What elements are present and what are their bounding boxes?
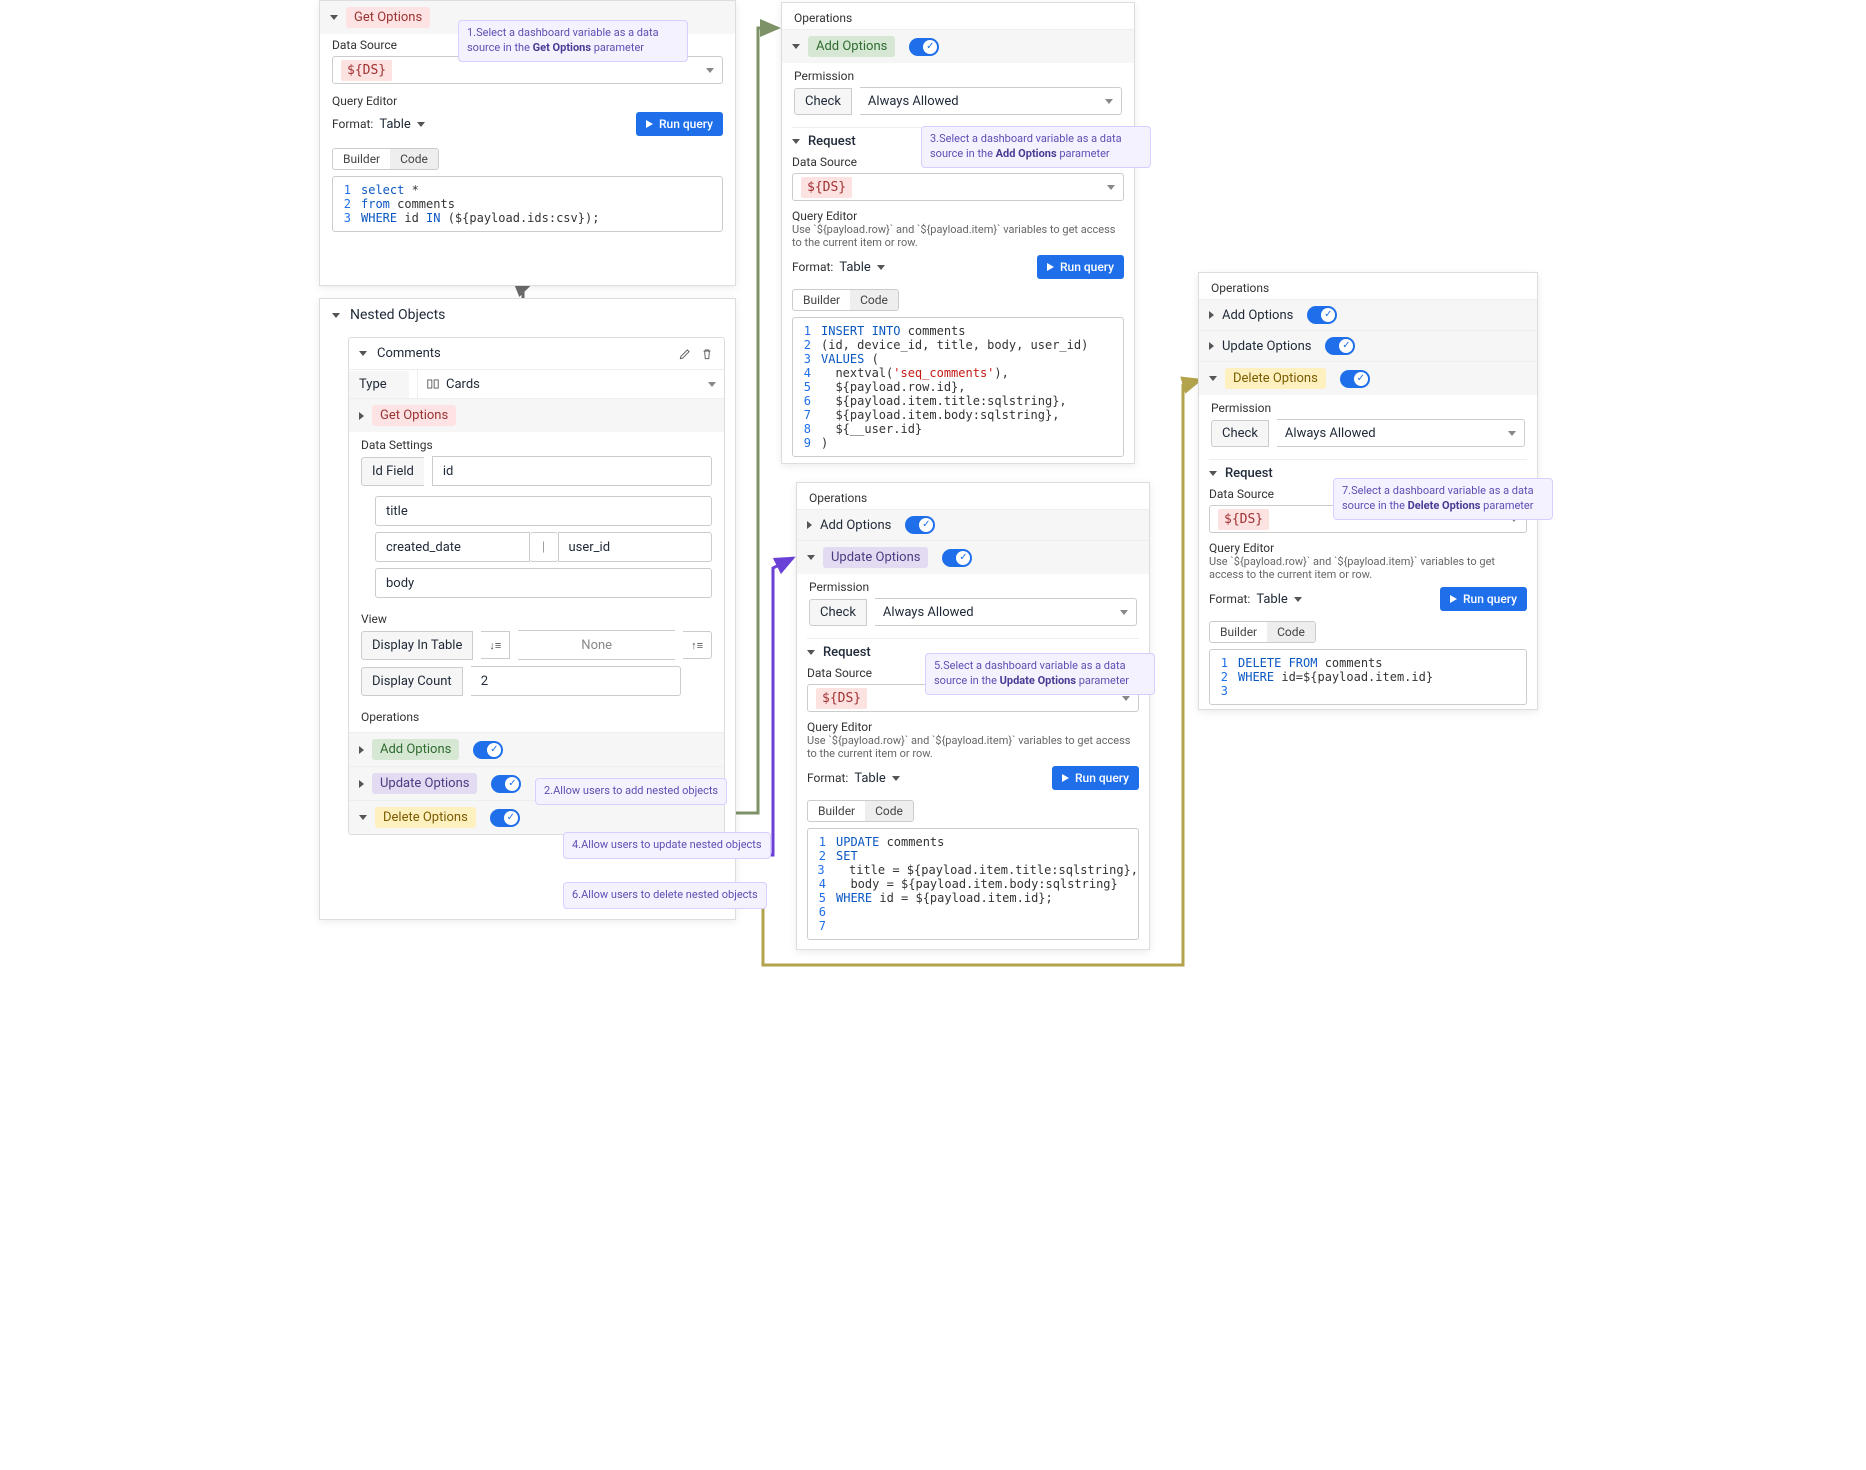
run-query-button[interactable]: Run query: [1440, 587, 1527, 611]
add-options-panel: Operations Add Options Permission Check …: [781, 2, 1135, 464]
field-input[interactable]: title: [375, 496, 712, 526]
permission-select[interactable]: Always Allowed: [860, 87, 1122, 115]
type-label: Type: [349, 371, 409, 398]
id-field-input[interactable]: id: [432, 456, 712, 486]
code-editor[interactable]: 1INSERT INTO comments2(id, device_id, ti…: [792, 317, 1124, 457]
tip-7: 7.Select a dashboard variable as a data …: [1333, 478, 1553, 520]
data-settings-label: Data Settings: [361, 438, 712, 452]
display-count-input[interactable]: 2: [471, 666, 681, 696]
trash-icon[interactable]: [700, 347, 714, 361]
run-query-button[interactable]: Run query: [1052, 766, 1139, 790]
tip-6: 6.Allow users to delete nested objects: [563, 882, 767, 909]
format-select[interactable]: Table: [379, 117, 424, 132]
code-editor[interactable]: 1DELETE FROM comments2WHERE id=${payload…: [1209, 649, 1527, 705]
query-editor-label: Query Editor: [332, 94, 723, 108]
delete-options-row[interactable]: Delete Options: [349, 800, 724, 834]
sort-desc-button[interactable]: ↑≡: [683, 631, 712, 659]
tip-5: 5.Select a dashboard variable as a data …: [925, 653, 1155, 695]
delete-options-toggle[interactable]: [490, 809, 520, 827]
add-options-row[interactable]: Add Options: [349, 732, 724, 766]
edit-icon[interactable]: [678, 347, 692, 361]
code-tab[interactable]: Code: [390, 149, 438, 169]
code-tabs[interactable]: Builder Code: [332, 148, 439, 170]
add-options-toggle[interactable]: [473, 741, 503, 759]
code-editor[interactable]: 1select *2from comments3WHERE id IN (${p…: [332, 176, 723, 232]
run-query-button[interactable]: Run query: [1037, 255, 1124, 279]
get-options-row[interactable]: Get Options: [349, 398, 724, 432]
tip-2: 2.Allow users to add nested objects: [535, 778, 727, 805]
tip-3: 3.Select a dashboard variable as a data …: [921, 126, 1151, 168]
cards-icon: [426, 377, 440, 391]
update-options-panel: Operations Add Options Update Options Pe…: [796, 482, 1150, 950]
sort-asc-button[interactable]: ↓≡: [481, 631, 510, 659]
code-editor[interactable]: 1UPDATE comments2SET3 title = ${payload.…: [807, 828, 1139, 940]
data-source-select[interactable]: ${DS}: [792, 173, 1124, 201]
nested-objects-panel: Nested Objects Comments Type Cards Get O…: [319, 298, 736, 920]
type-select[interactable]: Cards: [417, 370, 724, 398]
tip-1: 1.Select a dashboard variable as a data …: [458, 20, 688, 62]
update-options-toggle[interactable]: [491, 775, 521, 793]
field-input[interactable]: created_date: [375, 532, 530, 562]
field-input[interactable]: body: [375, 568, 712, 598]
comments-title: Comments: [377, 346, 441, 361]
nested-objects-title: Nested Objects: [350, 307, 445, 323]
run-query-button[interactable]: Run query: [636, 112, 723, 136]
field-input[interactable]: user_id: [558, 532, 713, 562]
tip-4: 4.Allow users to update nested objects: [563, 832, 771, 859]
builder-tab[interactable]: Builder: [333, 149, 390, 169]
